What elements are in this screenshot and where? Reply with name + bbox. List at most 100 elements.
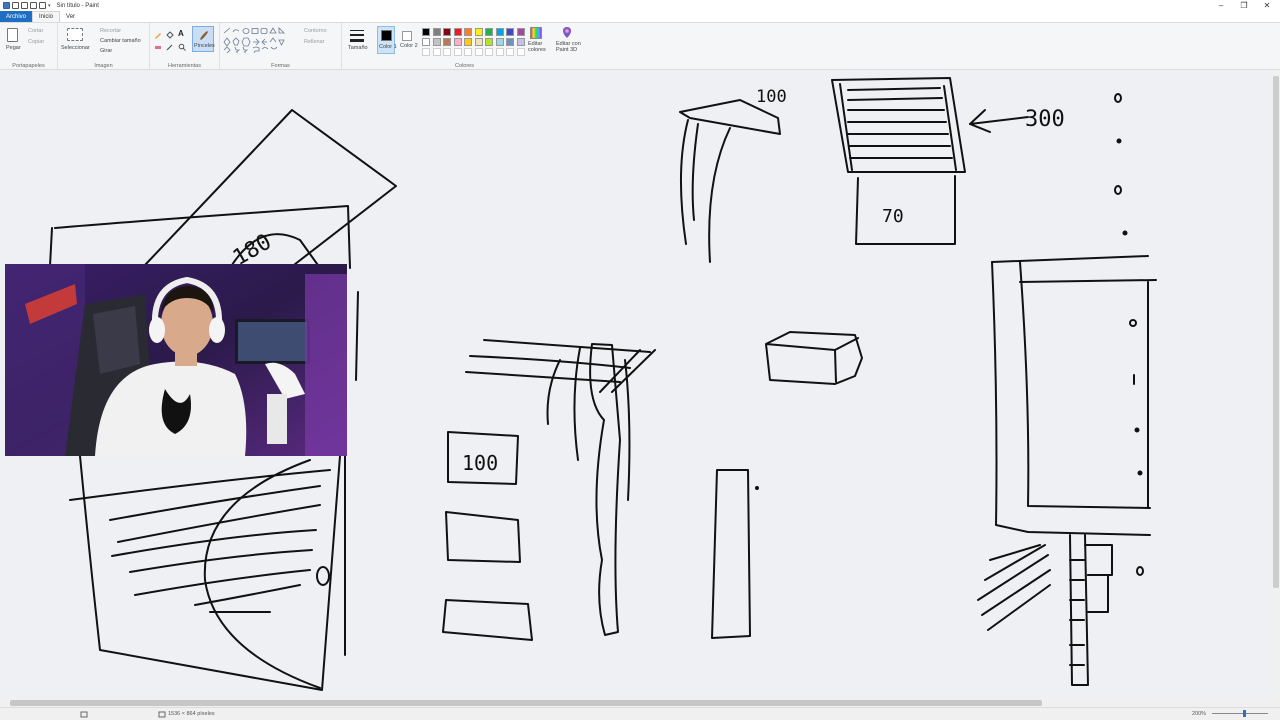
maximize-button[interactable]: ❐ bbox=[1233, 0, 1255, 11]
custom-color-slot[interactable] bbox=[516, 48, 525, 56]
select-icon[interactable] bbox=[67, 28, 83, 41]
undo-icon[interactable] bbox=[21, 2, 28, 9]
palette-swatch[interactable] bbox=[495, 28, 504, 36]
color1-button[interactable]: Color 1 bbox=[377, 26, 397, 54]
vertical-scroll-thumb[interactable] bbox=[1273, 76, 1279, 588]
select-button[interactable]: Seleccionar bbox=[61, 45, 90, 51]
color2-button[interactable]: Color 2 bbox=[399, 26, 418, 54]
palette-swatch[interactable] bbox=[485, 28, 493, 36]
ribbon-tabs: Archivo Inicio Ver bbox=[0, 11, 1280, 22]
palette-swatch[interactable] bbox=[453, 28, 462, 36]
palette-swatch[interactable] bbox=[443, 28, 451, 36]
redo-icon[interactable] bbox=[30, 2, 37, 9]
color2-label: Color 2 bbox=[400, 43, 418, 49]
palette-swatch[interactable] bbox=[432, 28, 441, 36]
palette-swatch[interactable] bbox=[495, 38, 504, 46]
palette-swatch[interactable] bbox=[516, 38, 525, 46]
tools-group: A Pinceles Herramientas bbox=[150, 23, 220, 70]
edit-colors-icon[interactable] bbox=[530, 27, 542, 39]
fill-bucket-icon[interactable] bbox=[166, 31, 174, 39]
palette-swatch[interactable] bbox=[516, 28, 525, 36]
palette-swatch[interactable] bbox=[432, 38, 441, 46]
tools-group-label: Herramientas bbox=[167, 63, 201, 69]
color-picker-icon[interactable] bbox=[166, 43, 174, 51]
custom-color-slot[interactable] bbox=[443, 48, 451, 56]
vertical-scrollbar[interactable] bbox=[1272, 70, 1280, 699]
palette-swatch[interactable] bbox=[474, 38, 483, 46]
magnifier-icon[interactable] bbox=[178, 43, 186, 51]
minimize-button[interactable]: – bbox=[1210, 0, 1232, 11]
canvas-dimensions: 1536 × 864 píxeles bbox=[168, 711, 215, 717]
size-group: Tamaño bbox=[342, 23, 372, 70]
zoom-slider[interactable] bbox=[1212, 713, 1268, 714]
horizontal-scrollbar[interactable] bbox=[0, 699, 1280, 707]
save-icon[interactable] bbox=[12, 2, 19, 9]
custom-color-slot[interactable] bbox=[506, 48, 514, 56]
customize-dropdown-icon[interactable]: ▾ bbox=[48, 3, 51, 9]
custom-color-slot[interactable] bbox=[474, 48, 483, 56]
size-button[interactable]: Tamaño bbox=[348, 45, 368, 51]
tab-file[interactable]: Archivo bbox=[0, 11, 33, 22]
custom-color-slot[interactable] bbox=[432, 48, 441, 56]
webcam-video bbox=[5, 264, 347, 456]
text-tool-icon[interactable]: A bbox=[178, 29, 186, 38]
window-title: Sin título - Paint bbox=[56, 2, 99, 9]
pencil-icon[interactable] bbox=[154, 31, 162, 39]
brushes-button[interactable]: Pinceles bbox=[192, 26, 215, 52]
rotate-button[interactable]: Girar bbox=[100, 48, 112, 54]
crop-button[interactable]: Recortar bbox=[100, 28, 121, 34]
zoom-slider-thumb[interactable] bbox=[1243, 710, 1246, 717]
paste-icon[interactable] bbox=[7, 28, 18, 42]
palette-swatch[interactable] bbox=[506, 28, 514, 36]
colors-group-label: Colores bbox=[455, 63, 474, 69]
shapes-group-label: Formas bbox=[271, 63, 290, 69]
line-size-icon[interactable] bbox=[350, 29, 364, 43]
custom-color-slot[interactable] bbox=[453, 48, 462, 56]
ribbon: Pegar Cortar Copiar Portapapeles Selecci… bbox=[0, 22, 1280, 70]
colors-group: Color 1 Color 2 Editar colores Editar co… bbox=[372, 23, 582, 70]
palette-swatch[interactable] bbox=[474, 28, 483, 36]
palette-swatch[interactable] bbox=[464, 38, 472, 46]
custom-color-slot[interactable] bbox=[485, 48, 493, 56]
paint3d-icon[interactable] bbox=[561, 26, 573, 39]
cut-button[interactable]: Cortar bbox=[28, 28, 43, 34]
horizontal-scroll-thumb[interactable] bbox=[10, 700, 1042, 706]
custom-color-slot[interactable] bbox=[464, 48, 472, 56]
color1-label: Color 1 bbox=[379, 44, 397, 50]
tab-home[interactable]: Inicio bbox=[32, 11, 61, 22]
copy-button[interactable]: Copiar bbox=[28, 39, 44, 45]
palette-swatch[interactable] bbox=[422, 28, 430, 36]
color1-swatch bbox=[381, 30, 392, 41]
cursor-position-icon bbox=[80, 711, 88, 718]
resize-button[interactable]: Cambiar tamaño bbox=[100, 38, 141, 44]
close-button[interactable]: ✕ bbox=[1256, 0, 1278, 11]
image-group: Seleccionar Recortar Cambiar tamaño Gira… bbox=[58, 23, 150, 70]
palette-swatch[interactable] bbox=[464, 28, 472, 36]
fill-button[interactable]: Rellenar bbox=[304, 39, 324, 45]
image-group-label: Imagen bbox=[94, 63, 113, 69]
label-100-top: 100 bbox=[756, 87, 787, 107]
zoom-level: 200% bbox=[1192, 711, 1207, 717]
label-70: 70 bbox=[882, 206, 904, 227]
palette-swatch[interactable] bbox=[443, 38, 451, 46]
palette-swatch[interactable] bbox=[453, 38, 462, 46]
paint3d-button[interactable]: Editar con Paint 3D bbox=[556, 41, 582, 53]
palette-swatch[interactable] bbox=[422, 38, 430, 46]
custom-color-slot[interactable] bbox=[422, 48, 430, 56]
edit-colors-button[interactable]: Editar colores bbox=[528, 41, 546, 53]
brush-icon bbox=[200, 31, 208, 40]
webcam-overlay bbox=[5, 264, 347, 456]
shapes-group: Contorno Rellenar Formas bbox=[220, 23, 342, 70]
label-100-box: 100 bbox=[462, 451, 498, 475]
eraser-icon[interactable] bbox=[154, 43, 162, 51]
custom-color-slot[interactable] bbox=[495, 48, 504, 56]
new-file-icon[interactable] bbox=[39, 2, 46, 9]
palette-swatch[interactable] bbox=[506, 38, 514, 46]
clipboard-group: Pegar Cortar Copiar Portapapeles bbox=[0, 23, 58, 70]
label-300: 300 bbox=[1025, 107, 1065, 132]
shapes-gallery[interactable] bbox=[222, 27, 296, 53]
paste-button[interactable]: Pegar bbox=[6, 45, 21, 51]
tab-view[interactable]: Ver bbox=[60, 11, 81, 22]
palette-swatch[interactable] bbox=[485, 38, 493, 46]
outline-button[interactable]: Contorno bbox=[304, 28, 327, 34]
